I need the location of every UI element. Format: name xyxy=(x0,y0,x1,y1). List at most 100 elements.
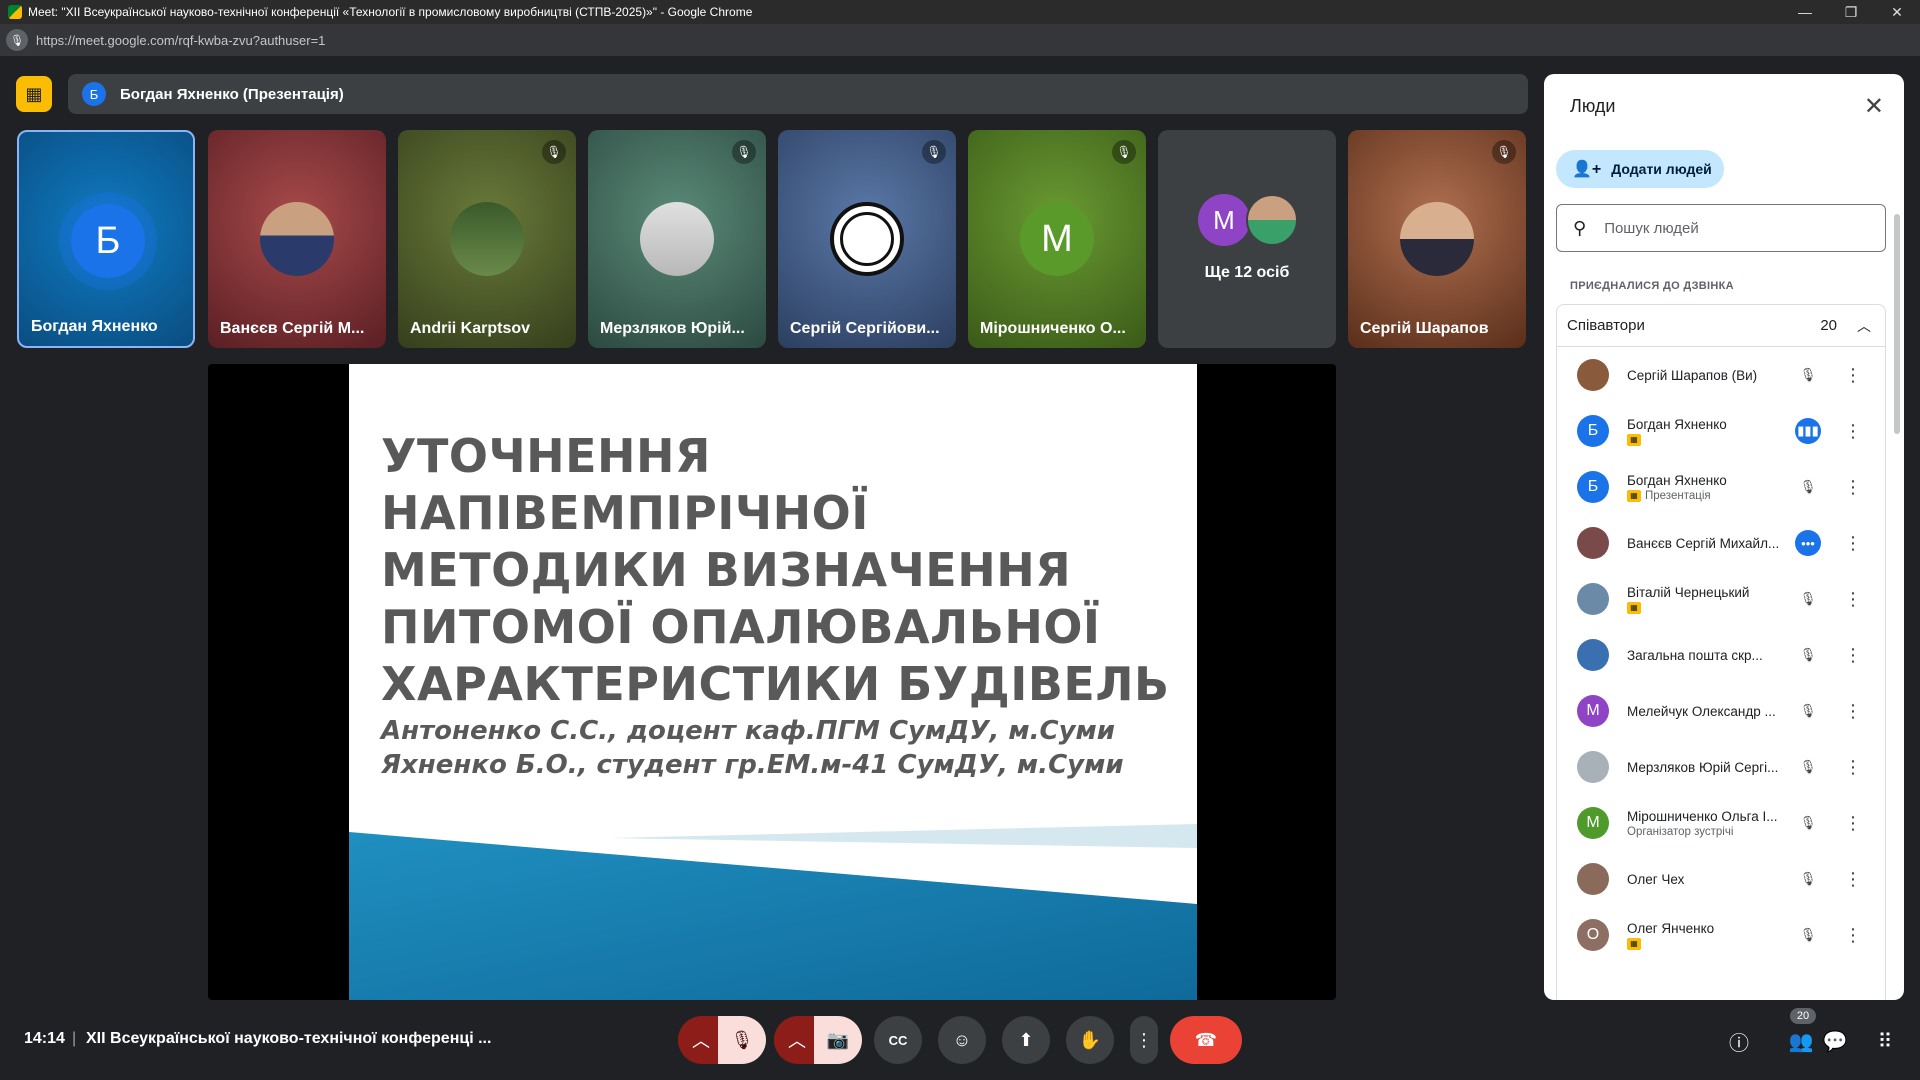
more-vert-icon[interactable]: ⋮ xyxy=(1843,530,1863,556)
close-window-icon[interactable]: ✕ xyxy=(1874,0,1920,24)
mic-off-icon[interactable]: 🎙 xyxy=(1795,810,1821,836)
more-options-button[interactable]: ⋮ xyxy=(1130,1016,1158,1064)
participant-row[interactable]: Олег Чех 🎙 ⋮ xyxy=(1557,851,1885,907)
participant-name: Мірошниченко Ольга І... xyxy=(1627,808,1778,824)
avatar xyxy=(1577,863,1609,895)
more-vert-icon[interactable]: ⋮ xyxy=(1843,642,1863,668)
participant-tile[interactable]: 🎙 Andrii Karptsov xyxy=(398,130,576,348)
participant-row[interactable]: Ванєєв Сергій Михайл... ••• ⋮ xyxy=(1557,515,1885,571)
mic-off-icon[interactable]: 🎙 xyxy=(1795,642,1821,668)
reactions-button[interactable]: ☺ xyxy=(938,1016,986,1064)
mic-off-icon: 🎙 xyxy=(542,140,566,164)
mic-off-icon[interactable]: 🎙 xyxy=(1795,866,1821,892)
tile-name: Andrii Karptsov xyxy=(410,320,531,337)
tile-name: Мерзляков Юрій... xyxy=(600,320,745,337)
participant-row[interactable]: Сергій Шарапов (Ви) 🎙 ⋮ xyxy=(1557,347,1885,403)
mic-off-icon: 🎙 xyxy=(1492,140,1516,164)
more-vert-icon: ⋮ xyxy=(1135,1029,1153,1050)
avatar: Б xyxy=(71,204,145,278)
participant-name: Мелейчук Олександр ... xyxy=(1627,703,1776,719)
participant-tile[interactable]: Б Богдан Яхненко xyxy=(17,130,195,348)
avatar xyxy=(1577,751,1609,783)
avatar xyxy=(640,202,714,276)
avatar: М xyxy=(1577,695,1609,727)
chevron-up-icon: ︿ xyxy=(692,1031,710,1051)
more-horiz-icon[interactable]: ••• xyxy=(1795,530,1821,556)
camera-toggle-button[interactable]: 📷 xyxy=(814,1016,862,1064)
present-icon: ⬆ xyxy=(1018,1029,1034,1050)
mic-off-icon[interactable]: 🎙 xyxy=(1795,754,1821,780)
mic-off-icon[interactable]: 🎙 xyxy=(1795,474,1821,500)
mic-toggle-button[interactable]: 🎙 xyxy=(718,1016,766,1064)
more-vert-icon[interactable]: ⋮ xyxy=(1843,586,1863,612)
participant-row[interactable]: Віталій Чернецький ▦ 🎙 ⋮ xyxy=(1557,571,1885,627)
mic-off-icon: 🎙 xyxy=(922,140,946,164)
people-icon[interactable]: 👥 xyxy=(1786,1026,1816,1056)
in-call-section-label: ПРИЄДНАЛИСЯ ДО ДЗВІНКА xyxy=(1570,280,1734,292)
avatar xyxy=(1577,639,1609,671)
more-vert-icon[interactable]: ⋮ xyxy=(1843,362,1863,388)
more-vert-icon[interactable]: ⋮ xyxy=(1843,474,1863,500)
search-people-input[interactable]: ⚲ Пошук людей xyxy=(1556,204,1886,252)
captions-button[interactable]: CC xyxy=(874,1016,922,1064)
tile-name: Мірошниченко О... xyxy=(980,320,1126,337)
participant-row[interactable]: Б Богдан Яхненко ▦ Презентація 🎙 ⋮ xyxy=(1557,459,1885,515)
people-panel-title: Люди xyxy=(1570,96,1616,116)
chevron-up-icon[interactable]: ︿ xyxy=(1857,316,1871,336)
participant-tile[interactable]: 🎙 Сергій Сергійови... xyxy=(778,130,956,348)
mic-off-icon[interactable]: 🎙 xyxy=(1795,586,1821,612)
participant-name: Богдан Яхненко xyxy=(1627,416,1727,432)
avatar xyxy=(1577,527,1609,559)
mic-site-permission-icon[interactable]: 🎙 xyxy=(6,29,28,51)
participant-row[interactable]: Мерзляков Юрій Сергі... 🎙 ⋮ xyxy=(1557,739,1885,795)
avatar: М xyxy=(1020,202,1094,276)
minimize-icon[interactable]: — xyxy=(1782,0,1828,24)
meet-favicon-icon xyxy=(8,5,22,19)
add-person-icon: 👤+ xyxy=(1572,161,1602,178)
participant-row[interactable]: О Олег Янченко ▦ 🎙 ⋮ xyxy=(1557,907,1885,963)
more-vert-icon[interactable]: ⋮ xyxy=(1843,810,1863,836)
maximize-icon[interactable]: ❐ xyxy=(1828,0,1874,24)
slide-title: УТОЧНЕННЯ НАПІВЕМПІРІЧНОЇ МЕТОДИКИ ВИЗНА… xyxy=(381,429,1170,711)
participant-row[interactable]: М Мірошниченко Ольга І... Організатор зуст… xyxy=(1557,795,1885,851)
participant-tile[interactable]: Ванєєв Сергій М... xyxy=(208,130,386,348)
participant-list: Сергій Шарапов (Ви) 🎙 ⋮ Б Богдан Яхненко ▦ ▮▮▮… xyxy=(1557,347,1885,963)
present-button[interactable]: ⬆ xyxy=(1002,1016,1050,1064)
participant-tile[interactable]: 🎙 Сергій Шарапов xyxy=(1348,130,1526,348)
raise-hand-button[interactable]: ✋ xyxy=(1066,1016,1114,1064)
meeting-info-icon[interactable]: ⓘ xyxy=(1724,1026,1754,1056)
participant-name: Олег Чех xyxy=(1627,871,1685,887)
clock: 14:14 xyxy=(24,1030,65,1047)
group-header[interactable]: Співавтори 20 ︿ xyxy=(1557,305,1885,347)
presenter-label: Богдан Яхненко (Презентація) xyxy=(120,85,344,103)
more-vert-icon[interactable]: ⋮ xyxy=(1843,698,1863,724)
presentation-stage[interactable]: УТОЧНЕННЯ НАПІВЕМПІРІЧНОЇ МЕТОДИКИ ВИЗНА… xyxy=(208,364,1336,1000)
participant-tile[interactable]: 🎙 Мерзляков Юрій... xyxy=(588,130,766,348)
address-bar[interactable]: 🎙 https://meet.google.com/rqf-kwba-zvu?a… xyxy=(0,24,1920,56)
presentation-slide: УТОЧНЕННЯ НАПІВЕМПІРІЧНОЇ МЕТОДИКИ ВИЗНА… xyxy=(349,364,1197,1000)
more-participants-tile[interactable]: М Ще 12 осіб xyxy=(1158,130,1336,348)
chat-icon[interactable]: 💬 xyxy=(1820,1026,1850,1056)
participant-row[interactable]: М Мелейчук Олександр ... 🎙 ⋮ xyxy=(1557,683,1885,739)
participant-tile[interactable]: 🎙 М Мірошниченко О... xyxy=(968,130,1146,348)
more-vert-icon[interactable]: ⋮ xyxy=(1843,754,1863,780)
presenting-badge-icon: ▦ xyxy=(1627,601,1641,614)
participant-name: Віталій Чернецький xyxy=(1627,584,1750,600)
more-vert-icon[interactable]: ⋮ xyxy=(1843,866,1863,892)
scrollbar[interactable] xyxy=(1894,214,1900,434)
mic-off-icon[interactable]: 🎙 xyxy=(1795,362,1821,388)
presenting-badge-icon: ▦ xyxy=(1627,489,1641,502)
close-icon[interactable]: ✕ xyxy=(1864,92,1884,121)
more-vert-icon[interactable]: ⋮ xyxy=(1843,922,1863,948)
mic-off-icon[interactable]: 🎙 xyxy=(1795,698,1821,724)
add-people-button[interactable]: 👤+ Додати людей xyxy=(1556,150,1724,188)
url-text[interactable]: https://meet.google.com/rqf-kwba-zvu?aut… xyxy=(36,33,325,48)
leave-call-button[interactable]: ☎ xyxy=(1170,1016,1242,1064)
presentation-toggle-icon[interactable]: ▦ xyxy=(16,76,52,112)
activities-icon[interactable]: ⠿ xyxy=(1870,1026,1900,1056)
speaking-indicator-icon[interactable]: ▮▮▮ xyxy=(1795,418,1821,444)
more-vert-icon[interactable]: ⋮ xyxy=(1843,418,1863,444)
participant-row[interactable]: Б Богдан Яхненко ▦ ▮▮▮ ⋮ xyxy=(1557,403,1885,459)
mic-off-icon[interactable]: 🎙 xyxy=(1795,922,1821,948)
participant-row[interactable]: Загальна пошта скр... 🎙 ⋮ xyxy=(1557,627,1885,683)
